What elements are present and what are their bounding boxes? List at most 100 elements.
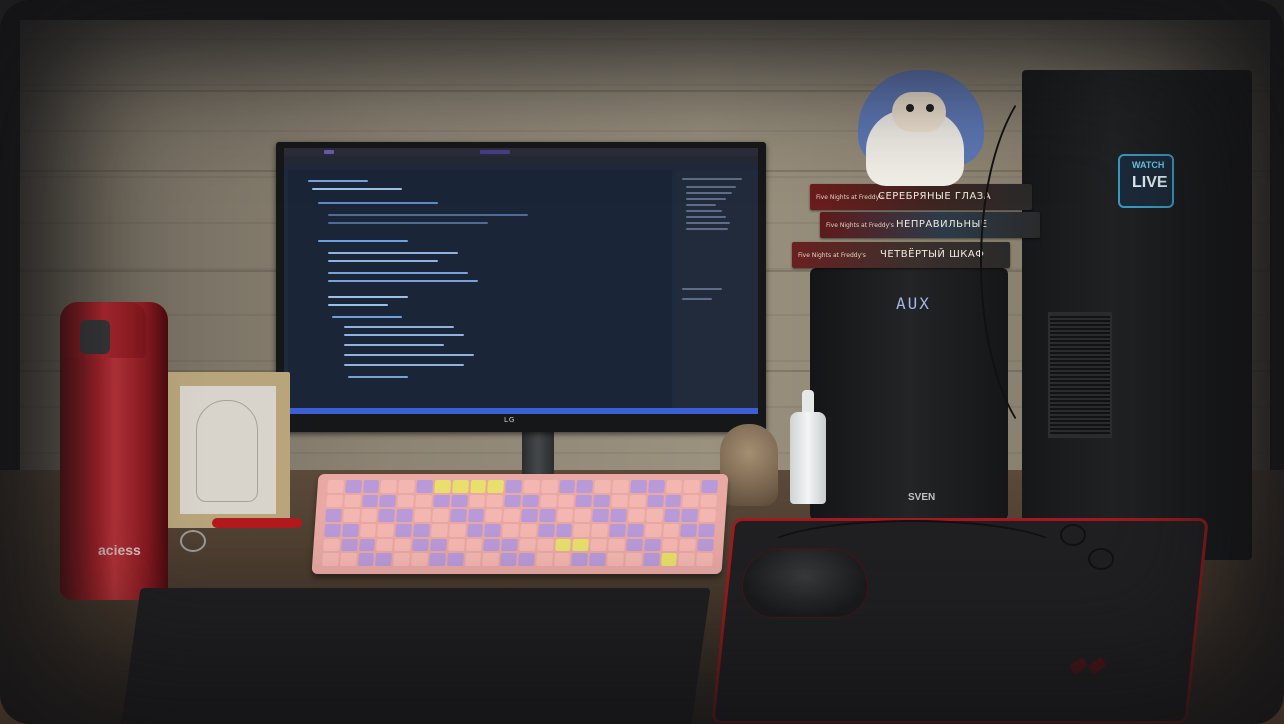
keycap — [464, 553, 482, 566]
code-line — [344, 364, 464, 366]
keycap — [630, 480, 647, 493]
keycap — [396, 509, 414, 522]
keycap — [502, 524, 519, 537]
ide-toolbar — [284, 156, 758, 166]
keycap — [609, 524, 626, 537]
keycap — [699, 509, 717, 522]
code-line — [318, 202, 438, 204]
explorer-line — [686, 198, 726, 200]
keycap — [519, 538, 536, 552]
ide-menu-tab — [324, 150, 334, 154]
keycap — [434, 480, 451, 493]
speaker-brand-label: SVEN — [908, 492, 936, 503]
keycap — [501, 538, 518, 552]
keycap — [612, 480, 629, 493]
keycap — [646, 494, 664, 508]
keycap — [661, 538, 679, 552]
keycap — [447, 538, 465, 552]
plastic-bottle — [790, 412, 826, 504]
keycap — [432, 509, 449, 522]
book-series-text: Five Nights at Freddy's — [816, 194, 884, 201]
sketch-drawing — [196, 400, 258, 502]
code-line — [348, 376, 408, 378]
keycap — [541, 480, 558, 493]
keycap — [361, 494, 379, 508]
glasses-icon — [1060, 524, 1086, 546]
keycap — [412, 538, 429, 552]
pink-keyboard — [311, 474, 729, 574]
keycap — [327, 480, 344, 493]
keycap — [487, 480, 505, 493]
keycap — [680, 524, 698, 537]
keycap — [484, 524, 502, 537]
keycap — [416, 480, 433, 493]
keycap — [448, 524, 466, 537]
keycap — [556, 509, 574, 522]
keycap — [394, 538, 412, 552]
plush-face — [892, 92, 946, 132]
keycap — [378, 509, 396, 522]
code-line — [344, 354, 474, 356]
keycap — [343, 494, 361, 508]
keycap — [644, 524, 662, 537]
explorer-line — [682, 298, 712, 300]
keycap — [701, 480, 719, 493]
keycap — [397, 494, 415, 508]
keycap — [503, 509, 521, 522]
keycap — [482, 553, 500, 566]
keycap — [505, 480, 523, 493]
keycap — [362, 480, 380, 493]
bottle-nozzle — [802, 390, 814, 414]
solution-explorer-pane — [676, 170, 758, 410]
keycap — [589, 553, 607, 566]
keys-ring — [180, 530, 206, 552]
keycap — [521, 509, 538, 522]
keycap — [340, 538, 358, 552]
keycap — [326, 494, 343, 508]
keycap — [345, 480, 362, 493]
keycap — [624, 553, 642, 566]
keycap — [342, 509, 360, 522]
keycap — [411, 553, 428, 566]
sticker-top-text: WATCH — [1132, 160, 1165, 170]
keycap — [486, 494, 504, 508]
code-line — [328, 252, 458, 254]
keycap — [575, 494, 593, 508]
keycap — [414, 509, 431, 522]
keycaps-grid — [322, 480, 719, 566]
black-cloth-pad — [119, 588, 711, 724]
book-series-text: Five Nights at Freddy's — [798, 252, 866, 259]
code-line — [312, 188, 402, 190]
keycap — [696, 553, 713, 566]
explorer-line — [682, 178, 742, 180]
keycap — [683, 480, 701, 493]
monitor: LG — [276, 142, 766, 432]
plush-eye — [926, 104, 934, 112]
code-line — [328, 222, 488, 224]
code-line — [344, 326, 454, 328]
code-line — [308, 180, 368, 182]
keycap — [466, 524, 484, 537]
keycap — [662, 524, 680, 537]
keycap — [628, 509, 645, 522]
keycap — [323, 538, 340, 552]
keycap — [360, 509, 378, 522]
scissors — [212, 518, 302, 528]
keycap — [554, 538, 572, 552]
keycap — [324, 524, 341, 537]
keycap — [698, 524, 715, 537]
keycap — [429, 538, 447, 552]
keycap — [591, 524, 609, 537]
keycap — [504, 494, 522, 508]
keycap — [522, 494, 539, 508]
keycap — [467, 509, 485, 522]
keycap — [642, 553, 660, 566]
keycap — [664, 494, 682, 508]
keycap — [322, 553, 339, 566]
keycap — [681, 509, 699, 522]
monkey-figurine — [720, 424, 778, 506]
keycap — [483, 538, 501, 552]
keycap — [592, 509, 610, 522]
keycap — [572, 538, 590, 552]
keycap — [339, 553, 357, 566]
